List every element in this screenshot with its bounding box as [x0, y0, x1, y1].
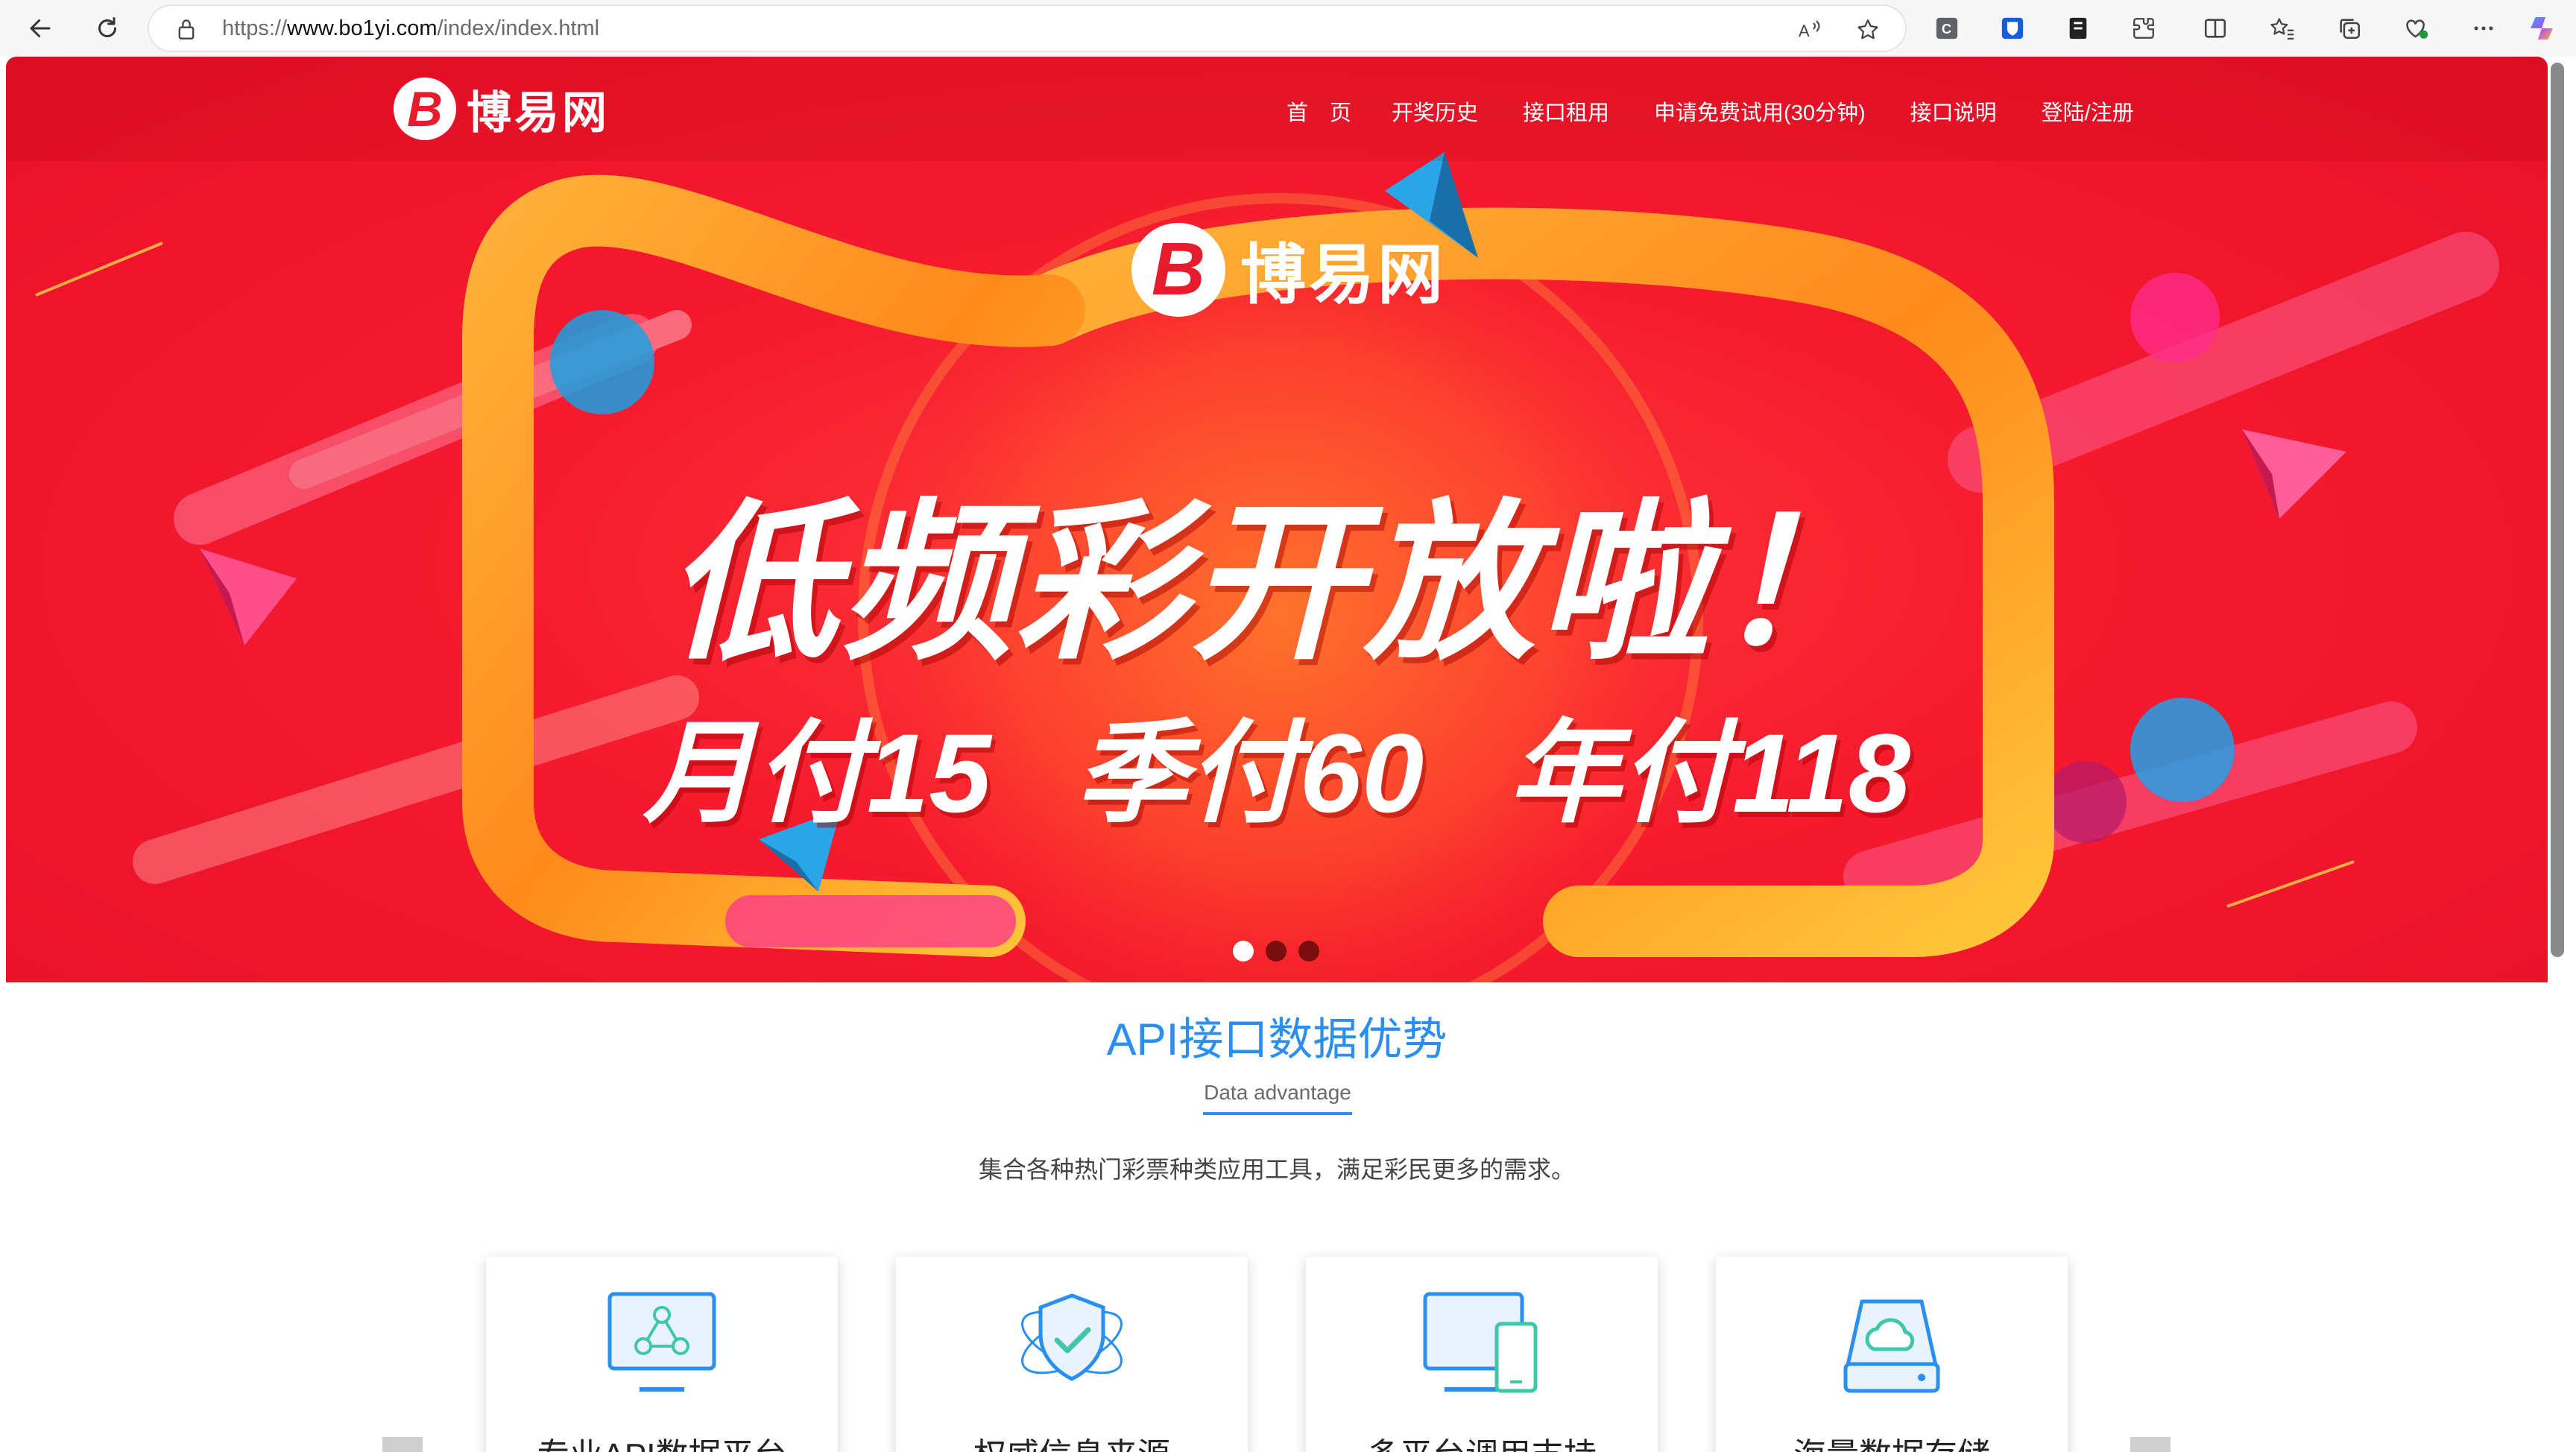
devices-icon	[1422, 1287, 1541, 1398]
carousel-next-button[interactable]	[2130, 1437, 2171, 1452]
site-header	[6, 57, 2548, 161]
url-text[interactable]: https://www.bo1yi.com/index/index.html	[222, 6, 599, 51]
back-icon	[30, 19, 51, 37]
hero-logo: B 博易网	[1131, 222, 1446, 317]
main-nav: 首 页 开奖历史 接口租用 申请免费试用(30分钟) 接口说明 登陆/注册	[1287, 86, 2134, 136]
address-bar[interactable]: https://www.bo1yi.com/index/index.html A	[148, 4, 1907, 52]
carousel-prev-button[interactable]	[382, 1437, 423, 1452]
svg-text:C: C	[1942, 21, 1951, 37]
carousel-dot-3[interactable]	[1298, 941, 1319, 962]
split-screen-icon[interactable]	[2197, 10, 2233, 46]
shield-check-icon	[1012, 1287, 1131, 1398]
feature-card-title: 权威信息来源	[896, 1428, 1248, 1452]
extension-c-icon[interactable]: C	[1929, 10, 1965, 46]
feature-card[interactable]: 海量数据存储	[1716, 1257, 2068, 1452]
carousel-dot-2[interactable]	[1266, 941, 1287, 962]
collections-icon[interactable]	[2332, 10, 2367, 46]
price-monthly: 月付15	[643, 710, 991, 836]
browser-toolbar: https://www.bo1yi.com/index/index.html A…	[0, 0, 2576, 57]
feature-card-title: 海量数据存储	[1716, 1428, 2068, 1452]
nav-api-rental[interactable]: 接口租用	[1523, 95, 1609, 127]
section-description: 集合各种热门彩票种类应用工具，满足彩民更多的需求。	[978, 1156, 1575, 1183]
svg-text:A: A	[1799, 22, 1810, 40]
hero-logo-mark: B	[1131, 222, 1225, 317]
read-aloud-icon[interactable]: A	[1793, 13, 1826, 46]
feature-card-title: 专业API数据平台	[486, 1428, 838, 1452]
url-scheme: https://	[222, 16, 288, 40]
nav-login-register[interactable]: 登陆/注册	[2042, 95, 2134, 127]
carousel-dots	[1233, 941, 1331, 962]
feature-card[interactable]: 专业API数据平台	[486, 1257, 838, 1452]
url-host: www.bo1yi.com	[287, 16, 438, 40]
page-viewport: B 博易网 首 页 开奖历史 接口租用 申请免费试用(30分钟) 接口说明 登陆…	[6, 57, 2548, 1452]
price-quarterly: 季付60	[1076, 710, 1424, 836]
hero-logo-text: 博易网	[1240, 238, 1447, 312]
nav-api-docs[interactable]: 接口说明	[1910, 95, 1997, 127]
logo-text: 博易网	[467, 87, 610, 138]
favorite-star-icon[interactable]	[1852, 13, 1884, 46]
bitwarden-icon[interactable]	[1995, 10, 2030, 46]
feature-card[interactable]: 多平台调用支持	[1306, 1257, 1658, 1452]
lock-icon[interactable]	[176, 18, 197, 44]
more-icon[interactable]	[2466, 10, 2501, 46]
section-subtitle: Data advantage	[1203, 1081, 1352, 1115]
carousel-dot-1[interactable]	[1233, 941, 1254, 962]
extension-doc-icon[interactable]	[2060, 10, 2096, 46]
nav-draw-history[interactable]: 开奖历史	[1392, 95, 1478, 127]
page-scrollbar[interactable]	[2551, 63, 2564, 957]
feature-card-title: 多平台调用支持	[1306, 1428, 1658, 1452]
hero-prices: 月付15 季付60 年付118	[6, 683, 2548, 845]
logo-mark: B	[394, 78, 456, 140]
refresh-button[interactable]	[86, 7, 128, 49]
back-button[interactable]	[19, 7, 61, 49]
cloud-storage-icon	[1832, 1287, 1951, 1398]
url-path: /index/index.html	[437, 16, 600, 40]
network-monitor-icon	[602, 1287, 722, 1398]
nav-free-trial[interactable]: 申请免费试用(30分钟)	[1654, 95, 1866, 127]
price-yearly: 年付118	[1508, 710, 1911, 836]
favorites-icon[interactable]	[2264, 10, 2300, 46]
feature-card[interactable]: 权威信息来源	[896, 1257, 1248, 1452]
hero-headline: 低频彩开放啦！	[666, 487, 1887, 679]
refresh-icon	[98, 17, 116, 37]
section-title: API接口数据优势	[1106, 1014, 1448, 1064]
site-logo[interactable]: B 博易网	[394, 72, 610, 146]
hero-banner[interactable]: B 博易网 首 页 开奖历史 接口租用 申请免费试用(30分钟) 接口说明 登陆…	[6, 57, 2548, 982]
browser-essentials-icon[interactable]	[2399, 10, 2434, 46]
nav-home[interactable]: 首 页	[1287, 95, 1351, 127]
copilot-icon[interactable]	[2524, 10, 2560, 46]
extensions-puzzle-icon[interactable]	[2126, 10, 2162, 46]
